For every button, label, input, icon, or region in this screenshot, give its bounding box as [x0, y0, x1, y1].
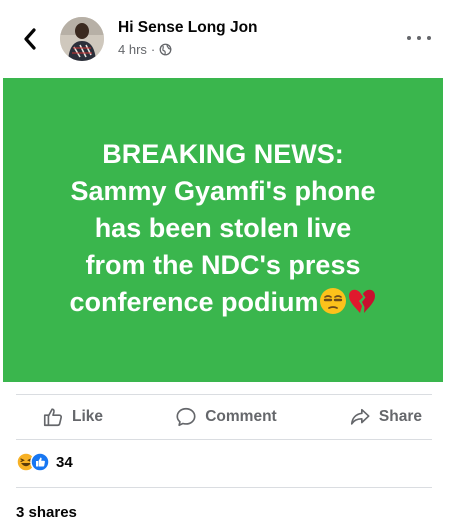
- post-line: has been stolen live: [94, 212, 352, 243]
- meta-separator: ·: [150, 42, 156, 57]
- post-header: Hi Sense Long Jon 4 hrs ·: [0, 0, 451, 78]
- post-text-card[interactable]: BREAKING NEWS: Sammy Gyamfi's phone has …: [3, 78, 443, 382]
- comment-label: Comment: [205, 408, 277, 425]
- share-arrow-icon: [350, 408, 370, 425]
- share-label: Share: [378, 408, 422, 425]
- like-label: Like: [72, 408, 104, 425]
- back-button[interactable]: [18, 26, 42, 52]
- post-actions-bar: Like Comment Share: [16, 394, 432, 440]
- globe-icon: [159, 43, 172, 56]
- post-line: from the NDC's press: [85, 249, 361, 280]
- like-button[interactable]: Like: [42, 406, 103, 428]
- chevron-left-icon: [24, 28, 36, 50]
- post-text: BREAKING NEWS: Sammy Gyamfi's phone has …: [69, 136, 376, 325]
- post-line: conference podium: [69, 286, 319, 317]
- broken-heart-emoji: [347, 287, 377, 325]
- post-line: Sammy Gyamfi's phone: [70, 175, 376, 206]
- comment-button[interactable]: Comment: [175, 406, 277, 428]
- comment-icon: [176, 407, 196, 427]
- avatar[interactable]: [60, 17, 104, 61]
- more-horizontal-icon: [407, 36, 411, 40]
- divider: [16, 487, 432, 488]
- more-options-button[interactable]: [407, 30, 431, 46]
- post-meta: 4 hrs ·: [118, 42, 172, 57]
- reaction-count: 34: [56, 453, 73, 471]
- post-line: BREAKING NEWS:: [102, 138, 344, 169]
- reactions-summary[interactable]: 34: [16, 452, 73, 472]
- poster-name[interactable]: Hi Sense Long Jon: [118, 19, 258, 37]
- post-line-with-emoji: conference podium: [69, 284, 376, 325]
- share-button[interactable]: Share: [349, 406, 422, 428]
- post-time[interactable]: 4 hrs: [118, 42, 147, 57]
- like-reaction-icon: [30, 452, 50, 472]
- unamused-face-emoji: [319, 287, 347, 325]
- thumbs-up-icon: [43, 408, 63, 427]
- shares-count[interactable]: 3 shares: [16, 504, 77, 521]
- reaction-icons: [16, 452, 52, 472]
